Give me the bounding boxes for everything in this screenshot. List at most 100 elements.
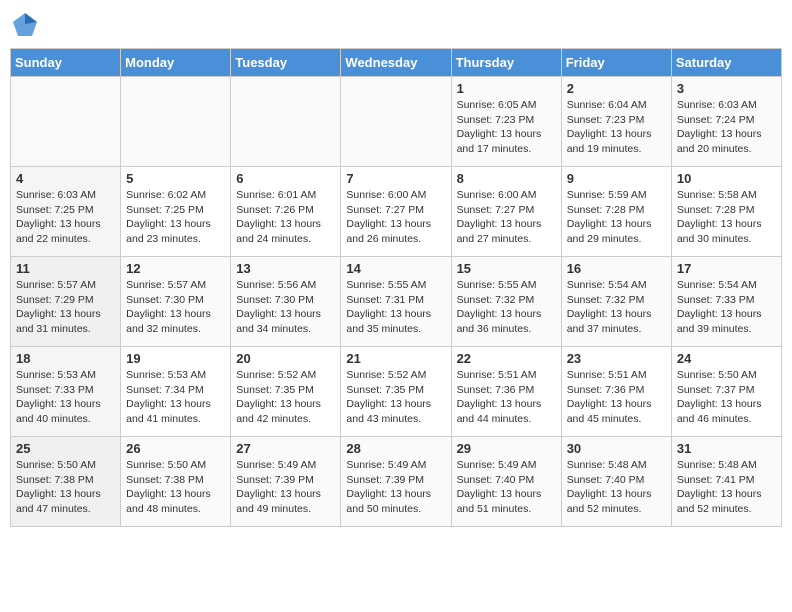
calendar-header-row: SundayMondayTuesdayWednesdayThursdayFrid… (11, 49, 782, 77)
day-number: 8 (457, 171, 556, 186)
calendar-cell: 19 Sunrise: 5:53 AM Sunset: 7:34 PM Dayli… (121, 347, 231, 437)
day-number: 10 (677, 171, 776, 186)
calendar-cell: 21Sunrise: 5:52 AM Sunset: 7:35 PM Dayli… (341, 347, 451, 437)
calendar-cell: 16 Sunrise: 5:54 AM Sunset: 7:32 PM Dayli… (561, 257, 671, 347)
day-info: Sunrise: 5:49 AM Sunset: 7:39 PM Dayligh… (346, 458, 445, 517)
day-info: Sunrise: 6:00 AM Sunset: 7:27 PM Dayligh… (346, 188, 445, 247)
day-number: 17 (677, 261, 776, 276)
day-number: 23 (567, 351, 666, 366)
day-number: 9 (567, 171, 666, 186)
day-number: 26 (126, 441, 225, 456)
calendar-cell: 30Sunrise: 5:48 AM Sunset: 7:40 PM Dayli… (561, 437, 671, 527)
day-number: 13 (236, 261, 335, 276)
calendar-cell: 27 Sunrise: 5:49 AM Sunset: 7:39 PM Dayli… (231, 437, 341, 527)
day-number: 16 (567, 261, 666, 276)
day-info: Sunrise: 5:51 AM Sunset: 7:36 PM Dayligh… (457, 368, 556, 427)
header-day-wednesday: Wednesday (341, 49, 451, 77)
day-number: 27 (236, 441, 335, 456)
day-info: Sunrise: 5:58 AM Sunset: 7:28 PM Dayligh… (677, 188, 776, 247)
calendar-week-5: 25Sunrise: 5:50 AM Sunset: 7:38 PM Dayli… (11, 437, 782, 527)
day-info: Sunrise: 5:59 AM Sunset: 7:28 PM Dayligh… (567, 188, 666, 247)
day-number: 24 (677, 351, 776, 366)
day-number: 6 (236, 171, 335, 186)
day-info: Sunrise: 5:53 AM Sunset: 7:34 PM Dayligh… (126, 368, 225, 427)
day-number: 2 (567, 81, 666, 96)
day-info: Sunrise: 5:52 AM Sunset: 7:35 PM Dayligh… (236, 368, 335, 427)
day-info: Sunrise: 5:55 AM Sunset: 7:32 PM Dayligh… (457, 278, 556, 337)
day-number: 18 (16, 351, 115, 366)
calendar-cell: 22 Sunrise: 5:51 AM Sunset: 7:36 PM Dayli… (451, 347, 561, 437)
calendar-cell: 20 Sunrise: 5:52 AM Sunset: 7:35 PM Dayli… (231, 347, 341, 437)
day-info: Sunrise: 5:49 AM Sunset: 7:39 PM Dayligh… (236, 458, 335, 517)
calendar-cell: 23 Sunrise: 5:51 AM Sunset: 7:36 PM Dayli… (561, 347, 671, 437)
page-header (10, 10, 782, 40)
day-info: Sunrise: 6:02 AM Sunset: 7:25 PM Dayligh… (126, 188, 225, 247)
day-number: 20 (236, 351, 335, 366)
day-number: 22 (457, 351, 556, 366)
calendar-cell: 24Sunrise: 5:50 AM Sunset: 7:37 PM Dayli… (671, 347, 781, 437)
calendar-cell: 7Sunrise: 6:00 AM Sunset: 7:27 PM Daylig… (341, 167, 451, 257)
calendar-cell: 2 Sunrise: 6:04 AM Sunset: 7:23 PM Daylig… (561, 77, 671, 167)
day-info: Sunrise: 5:57 AM Sunset: 7:29 PM Dayligh… (16, 278, 115, 337)
day-info: Sunrise: 6:03 AM Sunset: 7:24 PM Dayligh… (677, 98, 776, 157)
day-number: 3 (677, 81, 776, 96)
day-number: 30 (567, 441, 666, 456)
day-info: Sunrise: 6:01 AM Sunset: 7:26 PM Dayligh… (236, 188, 335, 247)
calendar-cell: 11 Sunrise: 5:57 AM Sunset: 7:29 PM Dayli… (11, 257, 121, 347)
header-day-thursday: Thursday (451, 49, 561, 77)
calendar-cell: 31 Sunrise: 5:48 AM Sunset: 7:41 PM Dayli… (671, 437, 781, 527)
day-info: Sunrise: 5:55 AM Sunset: 7:31 PM Dayligh… (346, 278, 445, 337)
day-info: Sunrise: 6:04 AM Sunset: 7:23 PM Dayligh… (567, 98, 666, 157)
day-number: 21 (346, 351, 445, 366)
day-info: Sunrise: 5:57 AM Sunset: 7:30 PM Dayligh… (126, 278, 225, 337)
calendar-cell (121, 77, 231, 167)
calendar-cell: 8Sunrise: 6:00 AM Sunset: 7:27 PM Daylig… (451, 167, 561, 257)
calendar-cell: 26Sunrise: 5:50 AM Sunset: 7:38 PM Dayli… (121, 437, 231, 527)
day-info: Sunrise: 5:53 AM Sunset: 7:33 PM Dayligh… (16, 368, 115, 427)
calendar-cell: 14 Sunrise: 5:55 AM Sunset: 7:31 PM Dayli… (341, 257, 451, 347)
day-number: 19 (126, 351, 225, 366)
calendar-cell (341, 77, 451, 167)
calendar-cell: 4 Sunrise: 6:03 AM Sunset: 7:25 PM Daylig… (11, 167, 121, 257)
day-number: 15 (457, 261, 556, 276)
day-info: Sunrise: 5:49 AM Sunset: 7:40 PM Dayligh… (457, 458, 556, 517)
day-info: Sunrise: 5:54 AM Sunset: 7:32 PM Dayligh… (567, 278, 666, 337)
calendar-cell: 1 Sunrise: 6:05 AM Sunset: 7:23 PM Daylig… (451, 77, 561, 167)
day-number: 25 (16, 441, 115, 456)
calendar-cell: 9 Sunrise: 5:59 AM Sunset: 7:28 PM Daylig… (561, 167, 671, 257)
calendar-cell: 13 Sunrise: 5:56 AM Sunset: 7:30 PM Dayli… (231, 257, 341, 347)
day-info: Sunrise: 5:56 AM Sunset: 7:30 PM Dayligh… (236, 278, 335, 337)
day-number: 28 (346, 441, 445, 456)
logo-icon (10, 10, 40, 40)
day-number: 1 (457, 81, 556, 96)
day-info: Sunrise: 5:48 AM Sunset: 7:41 PM Dayligh… (677, 458, 776, 517)
logo (10, 10, 44, 40)
calendar-cell: 18 Sunrise: 5:53 AM Sunset: 7:33 PM Dayli… (11, 347, 121, 437)
calendar-cell: 12 Sunrise: 5:57 AM Sunset: 7:30 PM Dayli… (121, 257, 231, 347)
calendar-cell: 6 Sunrise: 6:01 AM Sunset: 7:26 PM Daylig… (231, 167, 341, 257)
header-day-friday: Friday (561, 49, 671, 77)
day-number: 4 (16, 171, 115, 186)
calendar-week-4: 18 Sunrise: 5:53 AM Sunset: 7:33 PM Dayli… (11, 347, 782, 437)
calendar-cell: 15 Sunrise: 5:55 AM Sunset: 7:32 PM Dayli… (451, 257, 561, 347)
day-info: Sunrise: 5:54 AM Sunset: 7:33 PM Dayligh… (677, 278, 776, 337)
calendar-table: SundayMondayTuesdayWednesdayThursdayFrid… (10, 48, 782, 527)
day-number: 14 (346, 261, 445, 276)
calendar-week-1: 1 Sunrise: 6:05 AM Sunset: 7:23 PM Daylig… (11, 77, 782, 167)
day-number: 11 (16, 261, 115, 276)
calendar-cell: 25Sunrise: 5:50 AM Sunset: 7:38 PM Dayli… (11, 437, 121, 527)
day-number: 12 (126, 261, 225, 276)
calendar-cell: 10 Sunrise: 5:58 AM Sunset: 7:28 PM Dayli… (671, 167, 781, 257)
day-number: 5 (126, 171, 225, 186)
header-day-tuesday: Tuesday (231, 49, 341, 77)
calendar-cell: 29Sunrise: 5:49 AM Sunset: 7:40 PM Dayli… (451, 437, 561, 527)
day-number: 31 (677, 441, 776, 456)
day-info: Sunrise: 6:03 AM Sunset: 7:25 PM Dayligh… (16, 188, 115, 247)
calendar-cell: 5 Sunrise: 6:02 AM Sunset: 7:25 PM Daylig… (121, 167, 231, 257)
calendar-cell (11, 77, 121, 167)
header-day-monday: Monday (121, 49, 231, 77)
day-info: Sunrise: 6:05 AM Sunset: 7:23 PM Dayligh… (457, 98, 556, 157)
calendar-cell: 17 Sunrise: 5:54 AM Sunset: 7:33 PM Dayli… (671, 257, 781, 347)
day-info: Sunrise: 5:51 AM Sunset: 7:36 PM Dayligh… (567, 368, 666, 427)
calendar-cell (231, 77, 341, 167)
